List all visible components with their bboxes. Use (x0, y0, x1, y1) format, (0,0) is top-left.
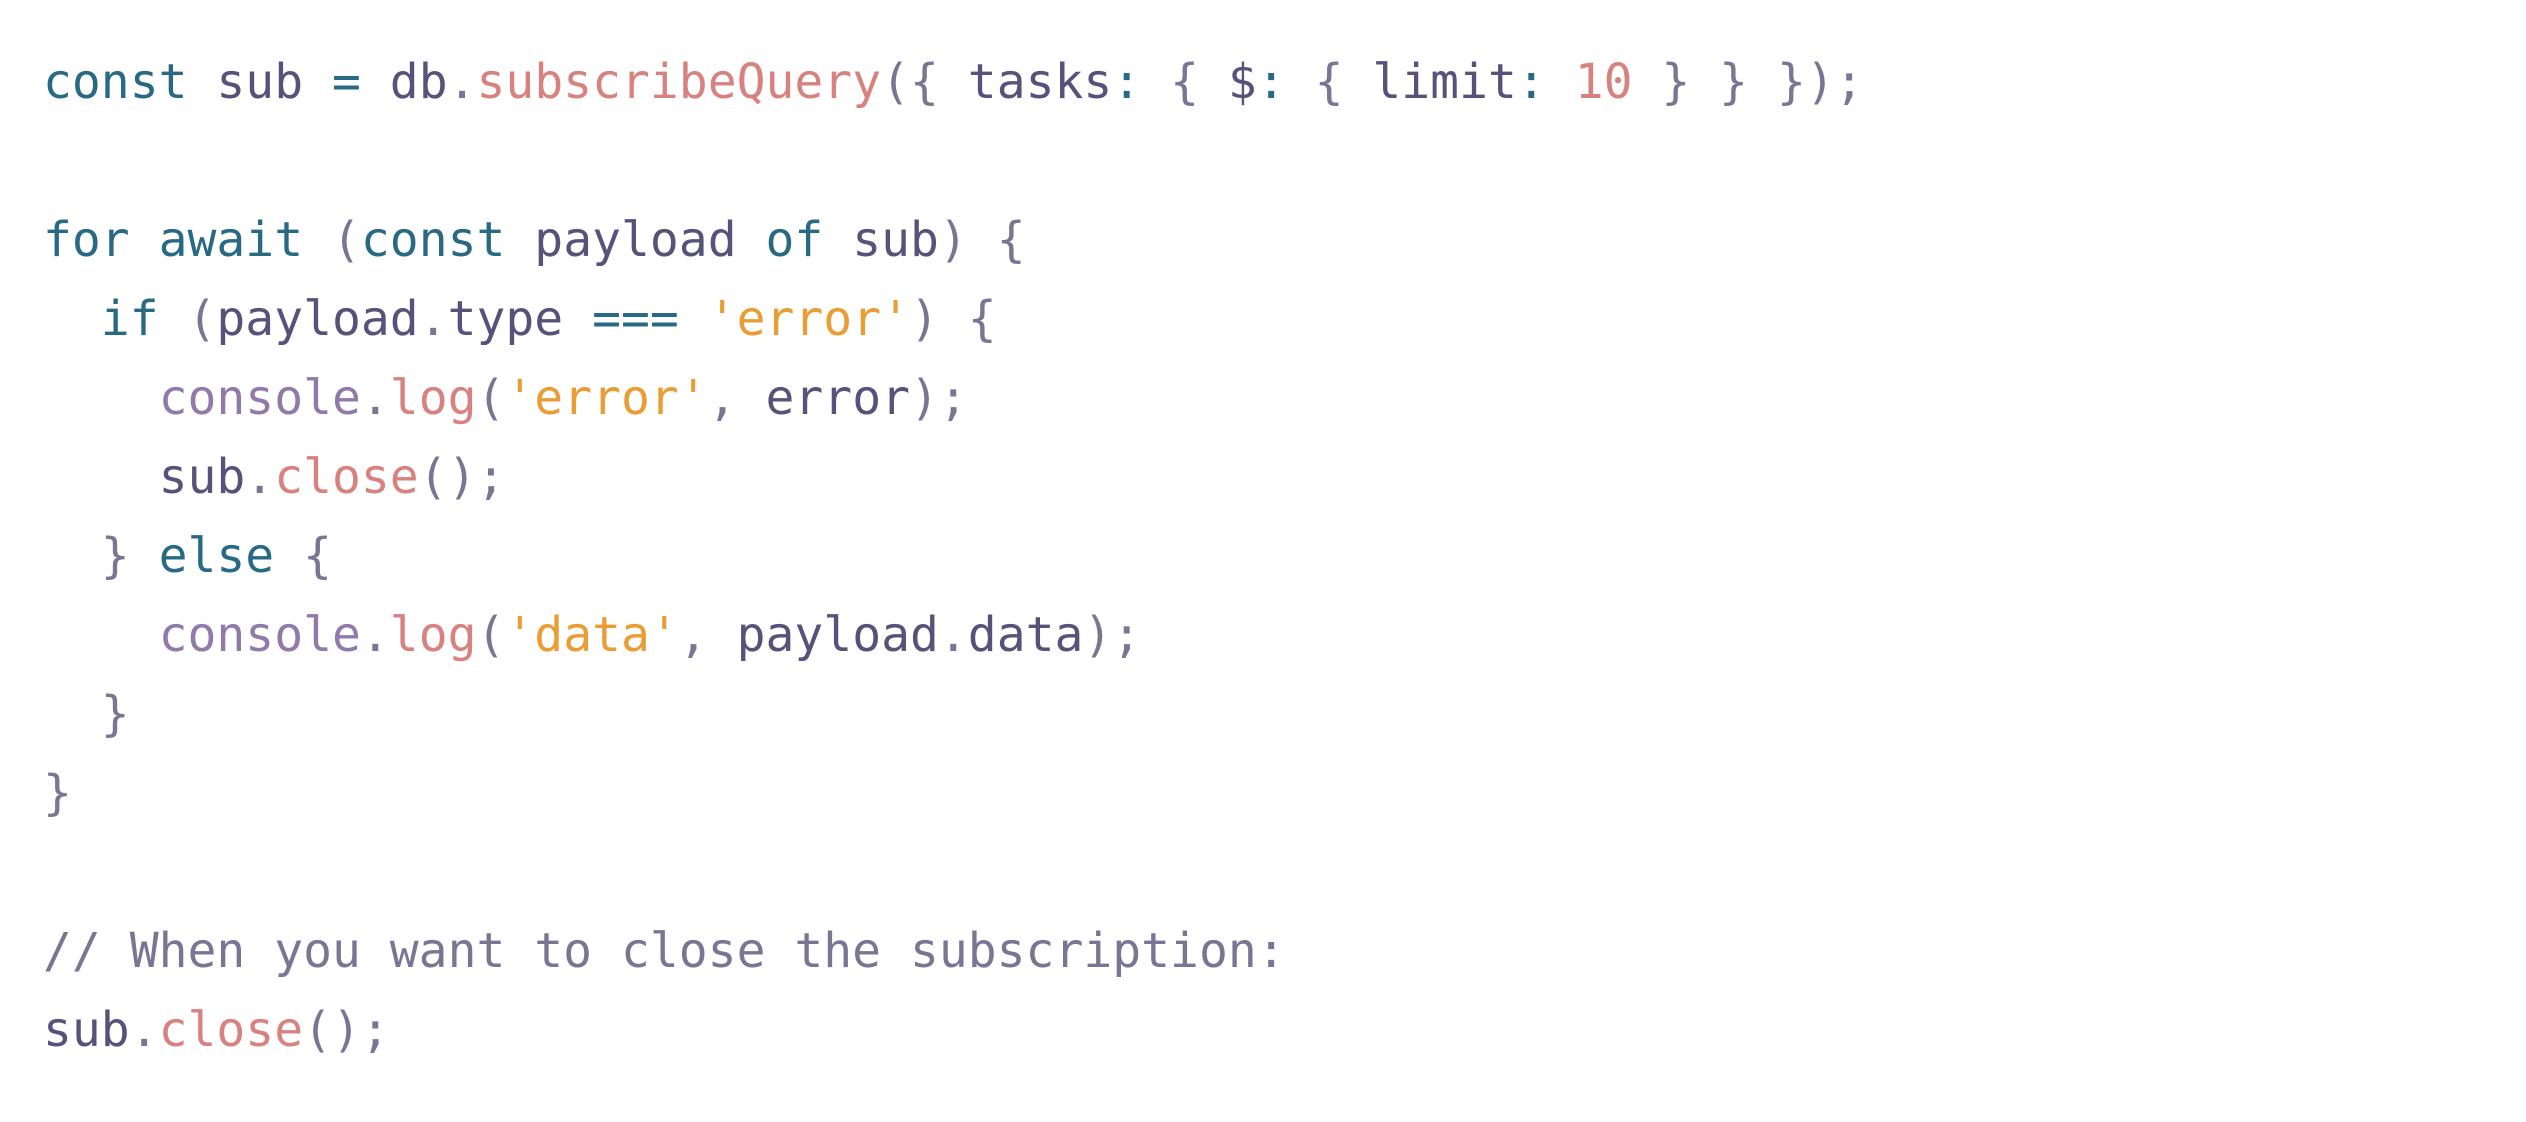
code-line: sub.close(); (43, 991, 2526, 1070)
code-token-punctuation: . (447, 54, 477, 110)
code-token-string: 'error' (505, 370, 708, 426)
code-token-string: 'data' (505, 607, 679, 663)
code-token-text: db (360, 54, 448, 110)
code-token-punctuation: { (1285, 54, 1344, 110)
code-token-keyword: const (360, 212, 506, 268)
code-token-text: sub (187, 54, 332, 110)
code-token-punctuation: . (360, 607, 390, 663)
code-line: } else { (43, 517, 2526, 596)
code-token-comment: // When you want to close the subscripti… (43, 923, 1286, 979)
code-token-text: sub (43, 449, 246, 505)
code-token-punctuation: } (43, 765, 72, 821)
code-token-keyword: for (43, 212, 130, 268)
code-token-punctuation: ); (1083, 607, 1142, 663)
code-token-function: close (158, 1002, 304, 1058)
code-token-punctuation: ); (910, 370, 968, 426)
code-token-function: close (274, 449, 419, 505)
code-line: // When you want to close the subscripti… (43, 912, 2526, 991)
code-token-keyword: : (1256, 54, 1286, 110)
code-token-punctuation: , (707, 370, 737, 426)
code-line: console.log('error', error); (43, 359, 2526, 438)
code-token-text: payload (707, 607, 939, 663)
code-token-punctuation: ( (476, 370, 506, 426)
code-token-object: console (158, 607, 361, 663)
code-token-text: sub (823, 212, 939, 268)
code-token-text: limit (1343, 54, 1517, 110)
code-line: } (43, 675, 2526, 754)
code-token-punctuation: . (418, 291, 448, 347)
code-token-keyword: === (592, 291, 679, 347)
code-line: if (payload.type === 'error') { (43, 280, 2526, 359)
code-token-punctuation: { (1141, 54, 1199, 110)
code-token-punctuation: ) { (938, 212, 1026, 268)
code-token-punctuation: { (274, 528, 332, 584)
code-token-punctuation: ( (158, 291, 217, 347)
code-token-keyword: : (1112, 54, 1142, 110)
code-line: ​ (43, 833, 2526, 912)
code-line: const sub = db.subscribeQuery({ tasks: {… (43, 43, 2526, 122)
code-token-object: console (158, 370, 361, 426)
code-token-function: log (389, 607, 477, 663)
code-token-keyword: = (332, 54, 361, 110)
code-line: } (43, 754, 2526, 833)
code-token-punctuation: ( (476, 607, 506, 663)
code-line: for await (const payload of sub) { (43, 201, 2526, 280)
code-token-keyword: else (158, 528, 275, 584)
code-token-punctuation: (); (418, 449, 506, 505)
code-token-text: $ (1198, 54, 1257, 110)
code-token-punctuation: . (938, 607, 968, 663)
code-token-text: payload (505, 212, 766, 268)
code-token-punctuation: . (360, 370, 390, 426)
code-token-keyword: const (43, 54, 188, 110)
code-token-text: tasks (938, 54, 1113, 110)
code-token-punctuation: } (43, 686, 130, 742)
code-token-text: sub (43, 1002, 130, 1058)
code-token-string: 'error' (707, 291, 910, 347)
code-token-function: log (389, 370, 477, 426)
code-token-punctuation: . (245, 449, 275, 505)
code-token-keyword: of (765, 212, 824, 268)
code-token-punctuation: } } }); (1632, 54, 1864, 110)
code-token-text: payload (216, 291, 419, 347)
code-token-punctuation: ) { (910, 291, 997, 347)
code-token-keyword: if (100, 291, 159, 347)
code-line: console.log('data', payload.data); (43, 596, 2526, 675)
code-block: const sub = db.subscribeQuery({ tasks: {… (0, 0, 2526, 1122)
code-token-text: error (736, 370, 911, 426)
code-token-keyword: : (1516, 54, 1546, 110)
code-token-punctuation: , (678, 607, 708, 663)
code-token-keyword: await (158, 212, 304, 268)
code-line: sub.close(); (43, 438, 2526, 517)
code-token-punctuation: ( (303, 212, 361, 268)
code-token-punctuation: ({ (881, 54, 939, 110)
code-token-text: data (967, 607, 1084, 663)
code-token-punctuation: . (129, 1002, 159, 1058)
code-token-number: 10 (1574, 54, 1633, 110)
code-token-punctuation: (); (303, 1002, 390, 1058)
code-token-punctuation: } (43, 528, 130, 584)
code-line: ​ (43, 122, 2526, 201)
code-token-function: subscribeQuery (476, 54, 882, 110)
code-token-text: type (447, 291, 593, 347)
